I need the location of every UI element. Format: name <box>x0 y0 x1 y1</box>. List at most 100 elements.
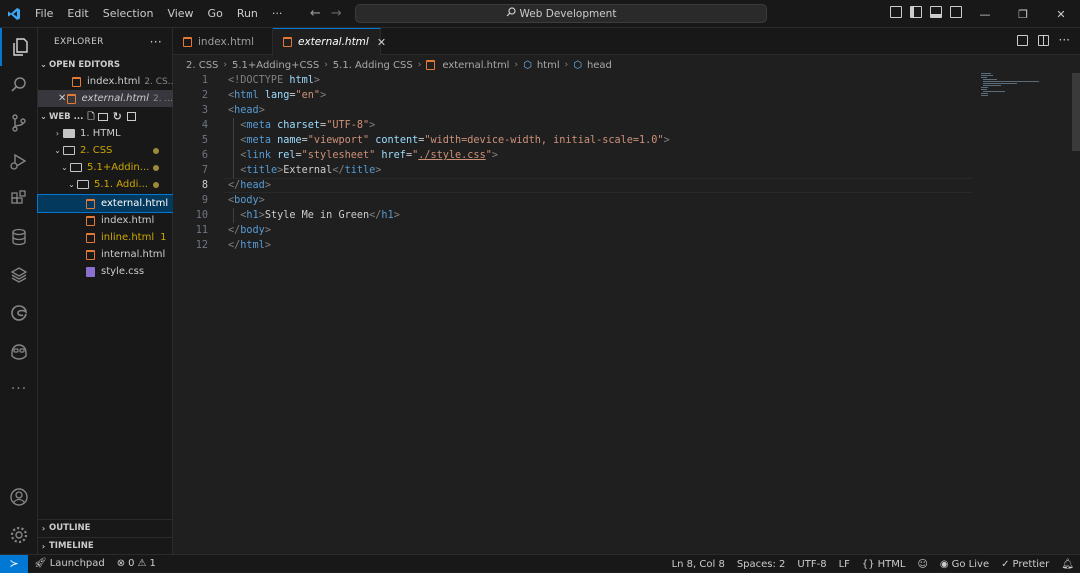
extensions-icon[interactable] <box>0 180 38 218</box>
breadcrumb-item[interactable]: external.html <box>442 60 509 71</box>
breadcrumb-item[interactable]: 5.1+Adding+CSS <box>232 60 319 71</box>
collapse-all-icon[interactable] <box>126 112 136 121</box>
menu-more[interactable]: ··· <box>265 7 290 20</box>
folder-css[interactable]: ⌄ 2. CSS <box>38 142 173 159</box>
close-editor-icon[interactable]: ✕ <box>58 93 67 104</box>
file-inline-html[interactable]: inline.html 1 <box>38 229 173 246</box>
line-number: 10 <box>195 210 208 221</box>
vertical-scrollbar[interactable] <box>1072 73 1080 151</box>
menu-go[interactable]: Go <box>201 7 230 20</box>
menu-view[interactable]: View <box>160 7 200 20</box>
restore-icon[interactable]: ❐ <box>1004 0 1042 28</box>
breadcrumb-item[interactable]: html <box>537 60 560 71</box>
file-internal-html[interactable]: internal.html <box>38 246 173 263</box>
toggle-secondary-sidebar-icon[interactable] <box>950 6 962 18</box>
code-token: link <box>246 150 271 161</box>
breadcrumb-item[interactable]: head <box>587 60 612 71</box>
chevron-down-icon: ⌄ <box>40 112 47 121</box>
close-tab-icon[interactable]: ✕ <box>377 36 386 49</box>
tab-index-html[interactable]: index.html <box>173 28 273 55</box>
css-file-icon <box>86 266 95 277</box>
error-icon: ⊗ <box>116 558 126 569</box>
minimap[interactable] <box>981 73 1073 113</box>
prettier-button[interactable]: ✓ Prettier <box>995 559 1055 570</box>
language-mode[interactable]: {} HTML <box>856 559 912 570</box>
copilot-status-icon[interactable]: ☺ <box>911 559 933 570</box>
edge-browser-icon[interactable] <box>0 294 38 332</box>
folder-adding-css-sub[interactable]: ⌄ 5.1. Addi... <box>38 176 173 193</box>
current-line-highlight <box>223 178 973 193</box>
html-file-icon <box>86 249 95 260</box>
command-center-search[interactable]: Web Development <box>355 4 767 23</box>
remote-indicator-icon[interactable]: ≻ <box>0 554 28 573</box>
menu-edit[interactable]: Edit <box>60 7 95 20</box>
menu-bar: File Edit Selection View Go Run ··· <box>28 0 289 28</box>
outline-label: OUTLINE <box>49 523 91 533</box>
run-debug-icon[interactable] <box>0 142 38 180</box>
code-line: 12 </html> <box>173 238 271 253</box>
open-preview-icon[interactable] <box>1016 35 1028 46</box>
refresh-icon[interactable]: ↻ <box>113 110 122 123</box>
code-token: html <box>234 90 259 101</box>
settings-gear-icon[interactable] <box>0 516 38 554</box>
folder-adding-css[interactable]: ⌄ 5.1+Addin... <box>38 159 173 176</box>
folder-html[interactable]: › 1. HTML <box>38 125 173 142</box>
code-editor[interactable]: 1 <!DOCTYPE html> 2 <html lang="en"> 3 <… <box>173 73 1080 554</box>
explorer-more-icon[interactable]: ··· <box>150 35 162 49</box>
split-editor-icon[interactable] <box>1037 35 1049 46</box>
problems-indicator[interactable]: ⊗ 0 ⚠ 1 <box>111 558 162 569</box>
open-editor-item-index[interactable]: index.html 2. CS... <box>38 73 173 90</box>
minimize-icon[interactable]: — <box>966 0 1004 28</box>
cursor-position[interactable]: Ln 8, Col 8 <box>666 559 731 570</box>
new-folder-icon[interactable] <box>97 112 108 121</box>
end-of-line[interactable]: LF <box>833 559 856 570</box>
back-arrow-icon[interactable]: ← <box>310 6 321 21</box>
toggle-panel-icon[interactable] <box>930 6 942 18</box>
more-actions-icon[interactable]: ··· <box>1059 34 1070 46</box>
folder-name: 5.1+Addin... <box>87 162 150 173</box>
menu-file[interactable]: File <box>28 7 60 20</box>
folder-name: 2. CSS <box>80 145 113 156</box>
more-icon[interactable]: ··· <box>0 370 38 408</box>
search-icon[interactable] <box>0 66 38 104</box>
open-editors-section[interactable]: ⌄ OPEN EDITORS <box>38 56 173 73</box>
stylesheet-link[interactable]: ./style.css <box>418 150 485 161</box>
timeline-section[interactable]: › TIMELINE <box>38 537 173 554</box>
breadcrumb-item[interactable]: 2. CSS <box>186 60 218 71</box>
warning-count: 1 <box>149 558 156 569</box>
menu-run[interactable]: Run <box>230 7 265 20</box>
toggle-primary-sidebar-icon[interactable] <box>910 6 922 18</box>
html-file-icon <box>283 37 292 47</box>
encoding[interactable]: UTF-8 <box>791 559 832 570</box>
file-style-css[interactable]: style.css <box>38 263 173 280</box>
workspace-section[interactable]: ⌄ WEB ... 🗋 ↻ <box>38 108 173 125</box>
go-live-button[interactable]: ◉ Go Live <box>934 559 995 570</box>
chevron-down-icon: ⌄ <box>54 146 61 155</box>
account-icon[interactable] <box>0 478 38 516</box>
new-file-icon[interactable]: 🗋 <box>87 109 94 125</box>
double-check-icon: ✓ <box>1001 558 1010 570</box>
file-index-html[interactable]: index.html <box>38 212 173 229</box>
outline-section[interactable]: › OUTLINE <box>38 519 173 536</box>
source-control-icon[interactable] <box>0 104 38 142</box>
explorer-title: EXPLORER <box>54 37 104 47</box>
menu-selection[interactable]: Selection <box>96 7 161 20</box>
launchpad-button[interactable]: 🚀︎ Launchpad <box>28 558 111 569</box>
open-editor-item-external[interactable]: ✕ external.html 2. ... <box>38 90 173 107</box>
forward-arrow-icon[interactable]: → <box>331 6 342 21</box>
customize-layout-icon[interactable] <box>890 6 902 18</box>
breadcrumb-item[interactable]: 5.1. Adding CSS <box>333 60 413 71</box>
code-token: > <box>264 180 271 191</box>
line-number: 5 <box>201 135 208 146</box>
indentation[interactable]: Spaces: 2 <box>731 559 792 570</box>
explorer-icon[interactable] <box>0 28 38 66</box>
close-icon[interactable]: ✕ <box>1042 0 1080 28</box>
code-token: body <box>234 195 259 206</box>
tab-external-html[interactable]: external.html ✕ <box>273 28 386 55</box>
layers-icon[interactable] <box>0 256 38 294</box>
database-icon[interactable] <box>0 218 38 256</box>
file-external-html[interactable]: external.html <box>37 194 174 213</box>
notifications-bell-icon[interactable]: 🔔︎ <box>1055 559 1080 570</box>
chevron-right-icon: › <box>41 541 46 551</box>
copilot-icon[interactable] <box>0 332 38 370</box>
